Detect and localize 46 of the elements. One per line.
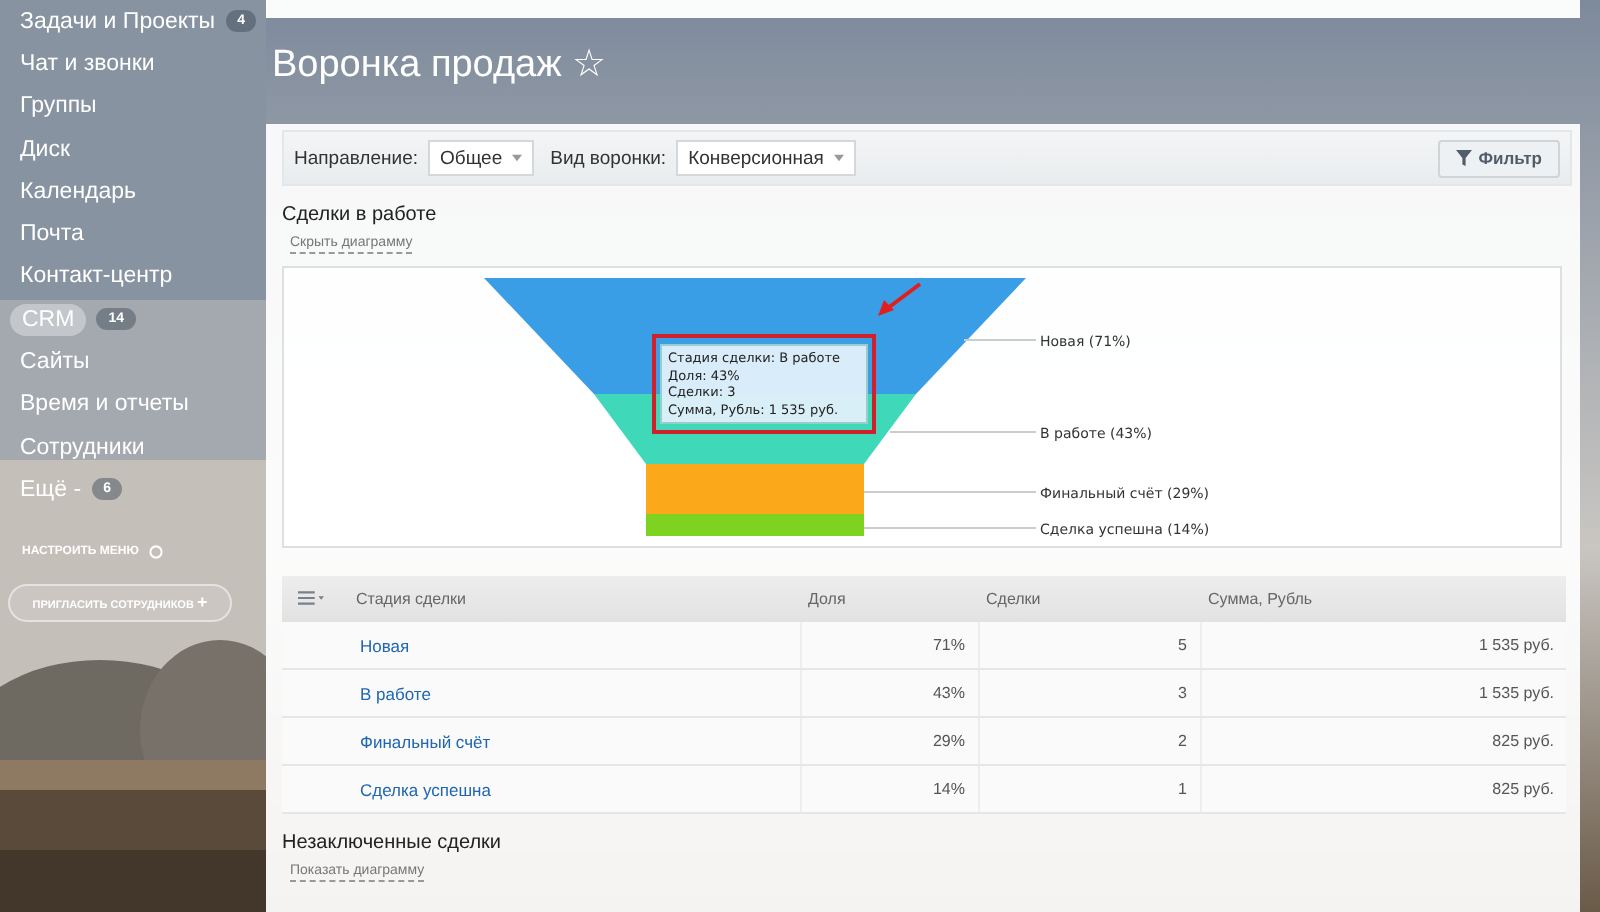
- menu-item[interactable]: Ещё -: [20, 475, 82, 504]
- menu-item[interactable]: Контакт-центр: [20, 262, 173, 291]
- table-cell: 3: [978, 669, 1200, 717]
- gear-icon: [148, 543, 165, 560]
- dropdown[interactable]: Общее: [428, 140, 535, 176]
- caret-icon: [833, 154, 844, 162]
- column-header: Доля: [800, 576, 978, 622]
- table-cell: 2: [978, 717, 1200, 765]
- menu-item[interactable]: Чат и звонки: [20, 49, 155, 78]
- arrow-icon: [878, 282, 922, 316]
- table-cell: 1 535 руб.: [1200, 622, 1566, 669]
- menu-item[interactable]: Сайты: [20, 348, 90, 377]
- table-cell: 71%: [800, 622, 978, 669]
- table-cell: 1 535 руб.: [1200, 669, 1566, 717]
- column-header: Стадия сделки: [348, 576, 800, 622]
- filter-label: Направление:: [294, 147, 418, 169]
- menu-item[interactable]: Диск: [20, 135, 70, 164]
- table-cell: 825 руб.: [1200, 765, 1566, 813]
- table-cell: 825 руб.: [1200, 717, 1566, 765]
- stage-link[interactable]: В работе: [348, 669, 800, 717]
- caret-icon: [512, 154, 523, 162]
- menu-item[interactable]: Группы: [20, 92, 97, 121]
- filter-button[interactable]: Фильтр: [1438, 139, 1560, 177]
- menu-item[interactable]: CRM: [10, 303, 87, 336]
- table-cell: 43%: [800, 669, 978, 717]
- menu-item[interactable]: Время и отчеты: [20, 390, 189, 419]
- section-title: Сделки в работе: [282, 204, 439, 226]
- table-cell: 29%: [800, 717, 978, 765]
- menu-item[interactable]: Календарь: [20, 177, 137, 206]
- page-title: Воронка продаж ☆: [270, 42, 609, 90]
- table-cell: 14%: [800, 765, 978, 813]
- stage-link[interactable]: Финальный счёт: [348, 717, 800, 765]
- stage-link[interactable]: Новая: [348, 622, 800, 669]
- stage-link[interactable]: Сделка успешна: [348, 765, 800, 813]
- menu-item[interactable]: Задачи и Проекты: [20, 7, 216, 36]
- filter-label: Вид воронки:: [550, 147, 667, 169]
- menu-item[interactable]: Сотрудники: [20, 433, 145, 462]
- funnel-icon: [1456, 150, 1473, 166]
- menu-item[interactable]: Почта: [20, 220, 84, 249]
- section-title: Незаключенные сделки: [282, 832, 504, 854]
- table-cell: 1: [978, 765, 1200, 813]
- table-cell: 5: [978, 622, 1200, 669]
- column-header: Сделки: [978, 576, 1200, 622]
- menu-icon[interactable]: [298, 589, 324, 605]
- dropdown[interactable]: Конверсионная: [676, 140, 856, 176]
- column-header: Сумма, Рубль: [1200, 576, 1566, 622]
